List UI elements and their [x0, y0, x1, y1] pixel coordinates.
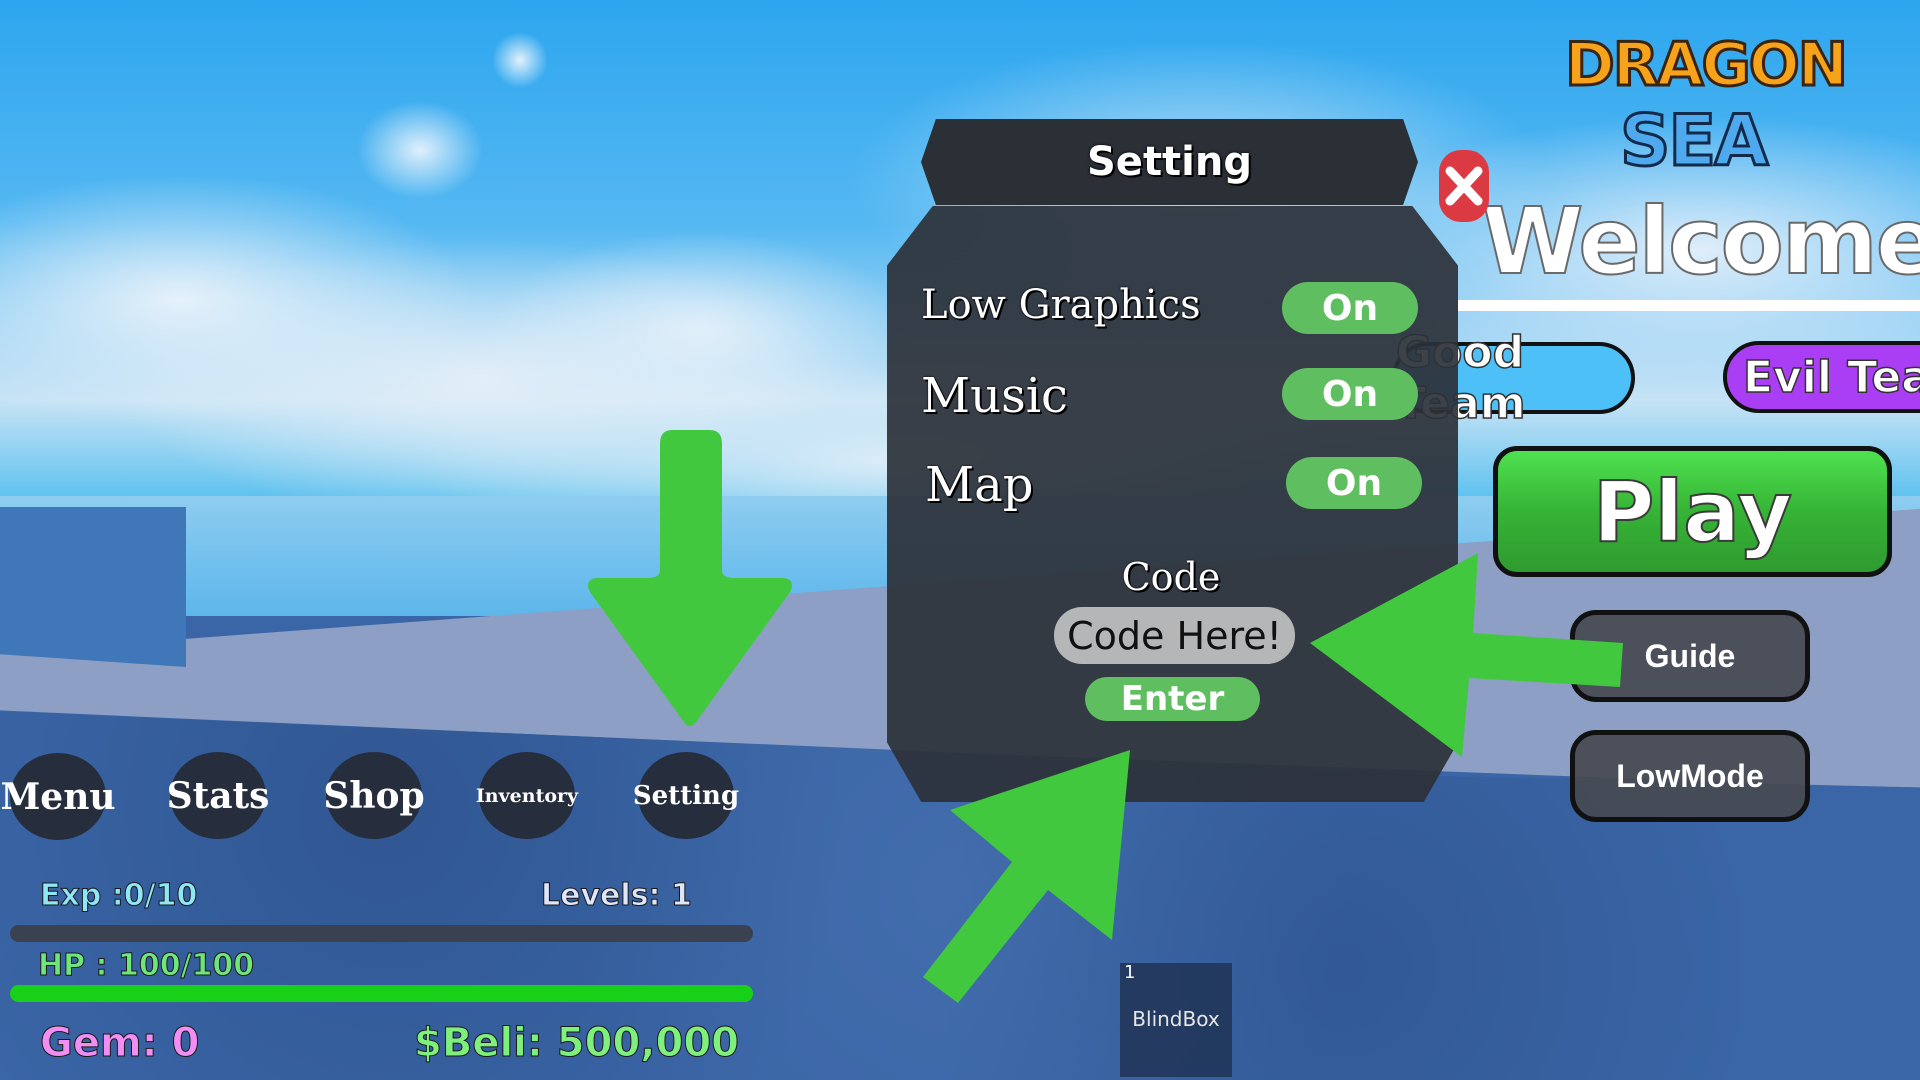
- guide-label: Guide: [1644, 637, 1736, 674]
- nav-inventory-label: Inventory: [475, 784, 579, 807]
- exp-text: Exp :0/10: [39, 878, 198, 914]
- game-logo-dragon: DRAGON: [1564, 29, 1850, 102]
- map-toggle[interactable]: On: [1286, 457, 1422, 509]
- nav-shop-button[interactable]: Shop: [323, 752, 425, 839]
- low-graphics-label: Low Graphics: [921, 282, 1201, 328]
- nav-setting-button[interactable]: Setting: [633, 752, 739, 839]
- blue-block: [0, 507, 186, 667]
- exp-bar: [10, 925, 753, 942]
- close-x-icon: [1445, 166, 1483, 206]
- welcome-divider: [1458, 300, 1920, 311]
- enter-label: Enter: [1120, 679, 1225, 719]
- code-input[interactable]: [1054, 607, 1295, 664]
- low-graphics-toggle[interactable]: On: [1282, 282, 1418, 334]
- low-graphics-state: On: [1321, 287, 1379, 329]
- nav-menu-label: Menu: [0, 775, 116, 818]
- hp-bar: [10, 985, 753, 1002]
- map-state: On: [1325, 462, 1383, 504]
- lowmode-label: LowMode: [1616, 757, 1764, 794]
- map-label: Map: [925, 457, 1034, 513]
- evil-team-label: Evil Team: [1742, 351, 1920, 404]
- code-label: Code: [1121, 555, 1221, 599]
- evil-team-button[interactable]: Evil Team: [1723, 341, 1920, 413]
- hp-text: HP : 100/100: [37, 948, 255, 984]
- close-button[interactable]: [1439, 150, 1489, 222]
- nav-shop-label: Shop: [323, 774, 425, 817]
- welcome-title: Welcome: [1481, 187, 1920, 296]
- play-label: Play: [1592, 462, 1793, 562]
- nav-menu-button[interactable]: Menu: [0, 753, 116, 840]
- enter-button[interactable]: Enter: [1085, 677, 1260, 721]
- nav-stats-label: Stats: [166, 774, 270, 817]
- nav-stats-button[interactable]: Stats: [167, 752, 269, 839]
- lowmode-button[interactable]: LowMode: [1570, 730, 1810, 822]
- nav-inventory-button[interactable]: Inventory: [475, 752, 579, 839]
- settings-title: Setting: [1087, 139, 1252, 185]
- hp-bar-fill: [10, 985, 753, 1002]
- beli-text: $Beli: 500,000: [414, 1020, 740, 1067]
- music-label: Music: [921, 368, 1068, 424]
- music-state: On: [1321, 373, 1379, 415]
- nav-setting-label: Setting: [632, 780, 740, 811]
- game-logo-sea: SEA: [1618, 99, 1769, 184]
- level-text: Levels: 1: [541, 878, 693, 914]
- hotbar-slot-number: 1: [1124, 962, 1136, 983]
- music-toggle[interactable]: On: [1282, 368, 1418, 420]
- gem-text: Gem: 0: [39, 1020, 200, 1067]
- hotbar-slot-label: BlindBox: [1132, 1007, 1220, 1031]
- play-button[interactable]: Play: [1493, 446, 1892, 577]
- guide-button[interactable]: Guide: [1570, 610, 1810, 702]
